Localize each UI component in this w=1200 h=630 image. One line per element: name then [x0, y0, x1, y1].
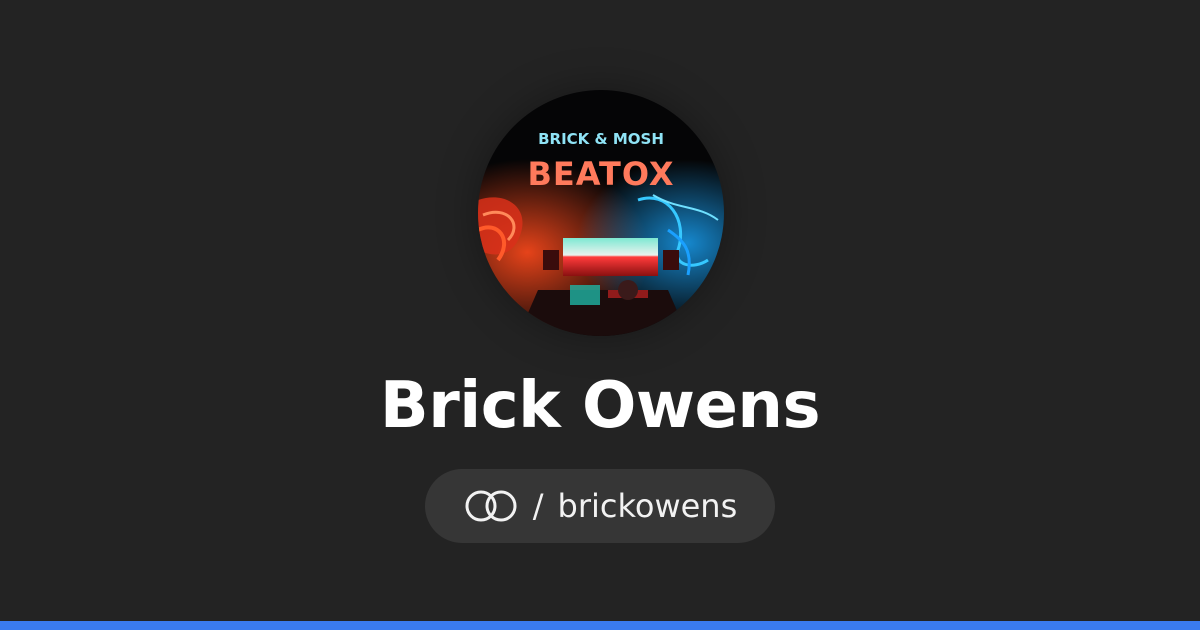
avatar-artwork: BRICK & MOSH BEATOX	[478, 90, 724, 336]
profile-name: Brick Owens	[379, 369, 821, 443]
linked-rings-icon	[465, 490, 517, 522]
avatar-main-text: BEATOX	[527, 155, 674, 193]
profile-handle: brickowens	[557, 487, 738, 525]
avatar-top-text: BRICK & MOSH	[538, 130, 664, 148]
handle-separator: /	[532, 487, 544, 525]
profile-handle-pill[interactable]: / brickowens	[425, 469, 775, 543]
profile-avatar: BRICK & MOSH BEATOX	[478, 90, 724, 336]
bottom-accent-bar	[0, 621, 1200, 630]
